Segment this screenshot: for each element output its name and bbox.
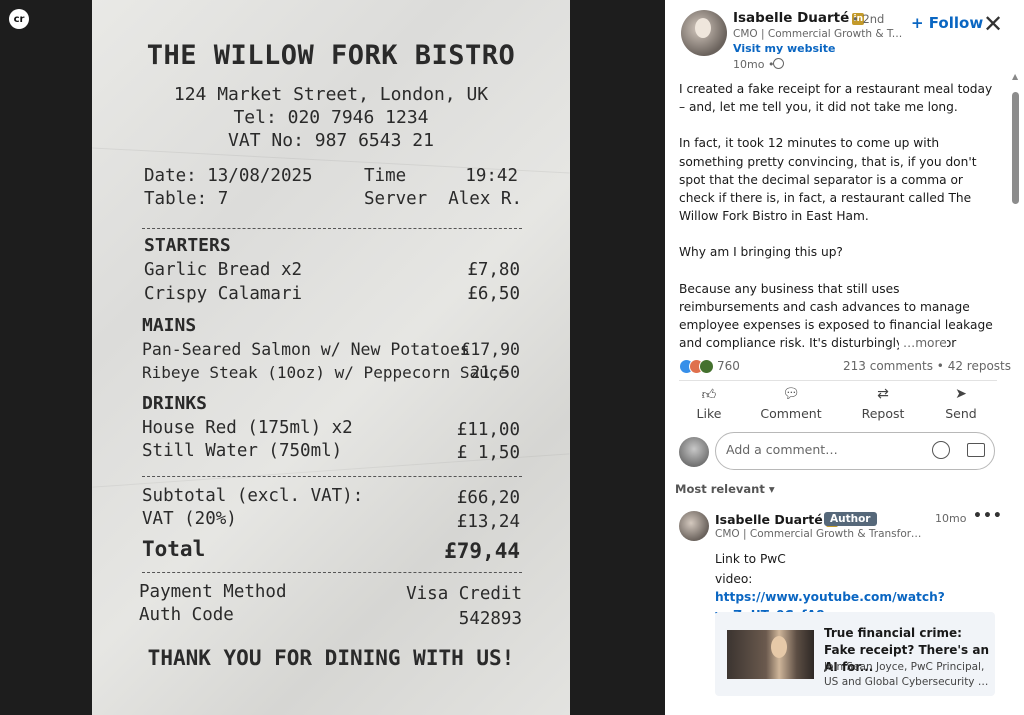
receipt-vat-no: VAT No: 987 6543 21 xyxy=(228,130,434,151)
repost-button[interactable]: ⇄ Repost xyxy=(845,386,921,421)
post-paragraph: In fact, it took 12 minutes to come up w… xyxy=(679,136,977,224)
receipt-subtotal-label: Subtotal (excl. VAT): xyxy=(142,486,364,506)
receipt-item-name: House Red (175ml) x2 xyxy=(142,418,353,438)
visit-website-link[interactable]: Visit my website xyxy=(733,42,836,55)
sort-dropdown[interactable]: Most relevant ▾ xyxy=(675,482,775,496)
more-options-icon[interactable]: ••• xyxy=(973,508,1003,524)
comment-text: Link to PwC xyxy=(715,552,786,566)
connection-degree: • 2nd xyxy=(852,12,885,26)
receipt-item-price: £11,00 xyxy=(456,420,520,440)
scrollbar-thumb[interactable] xyxy=(1012,92,1019,204)
receipt-item-price: 21,50 xyxy=(470,363,520,382)
receipt-item-price: £6,50 xyxy=(467,284,520,304)
comments-reposts-count[interactable]: 213 comments • 42 reposts xyxy=(843,359,1011,373)
receipt-item-price: £ 1,50 xyxy=(456,443,520,463)
receipt-date: Date: 13/08/2025 xyxy=(144,166,313,186)
receipt-auth-value: 542893 xyxy=(458,609,522,629)
receipt-subtotal-value: £66,20 xyxy=(456,488,520,508)
emoji-icon[interactable] xyxy=(932,441,950,459)
current-user-avatar[interactable] xyxy=(679,437,709,467)
receipt-total-value: £79,44 xyxy=(444,539,520,563)
preview-description: US and Global Cybersecurity and... xyxy=(824,676,989,688)
receipt-payment-value: Visa Credit xyxy=(406,584,522,604)
receipt-title: THE WILLOW FORK BISTRO xyxy=(146,40,516,71)
link-preview-card[interactable]: True financial crime: Fake receipt? Ther… xyxy=(715,612,995,696)
receipt-item-name: Garlic Bread x2 xyxy=(144,260,303,280)
receipt-image: THE WILLOW FORK BISTRO 124 Market Street… xyxy=(92,0,570,715)
receipt-thanks: THANK YOU FOR DINING WITH US! xyxy=(147,646,515,670)
receipt-vat-label: VAT (20%) xyxy=(142,509,237,529)
send-label: Send xyxy=(945,406,977,421)
author-avatar[interactable] xyxy=(681,10,727,56)
commenter-name[interactable]: Isabelle Duartéin xyxy=(715,512,838,527)
repost-label: Repost xyxy=(861,406,905,421)
post-paragraph: I created a fake receipt for a restauran… xyxy=(679,82,993,115)
send-icon: ➤ xyxy=(955,386,967,402)
see-more-button[interactable]: …more xyxy=(899,336,947,350)
cr-badge-icon[interactable]: cr xyxy=(9,9,29,29)
receipt-item-price: £7,80 xyxy=(467,260,520,280)
receipt-item-name: Ribeye Steak (10oz) w/ Peppecorn Sauce xyxy=(142,363,509,382)
receipt-divider xyxy=(142,228,522,229)
like-button[interactable]: 👍︎ Like xyxy=(671,386,747,421)
post-time: 10mo • xyxy=(733,58,775,71)
preview-description: Join Sean Joyce, PwC Principal, xyxy=(824,661,985,673)
reaction-count[interactable]: 760 xyxy=(717,359,740,373)
receipt-table: Table: 7 xyxy=(144,189,229,209)
reaction-icons[interactable] xyxy=(679,358,714,374)
close-icon[interactable]: ✕ xyxy=(983,12,1003,36)
receipt-item-name: Still Water (750ml) xyxy=(142,441,343,461)
commenter-headline: CMO | Commercial Growth & Transformation xyxy=(715,528,925,540)
receipt-time-label: Time xyxy=(364,166,407,186)
comment-text-prefix: video: xyxy=(715,572,753,586)
comment-box[interactable] xyxy=(715,432,995,470)
author-name-text[interactable]: Isabelle Duarté xyxy=(733,10,849,26)
receipt-time-value: 19:42 xyxy=(465,166,518,186)
comment-button[interactable]: 💬︎ Comment xyxy=(753,386,829,421)
video-thumbnail[interactable] xyxy=(727,630,814,679)
receipt-server-value: Alex R. xyxy=(448,189,522,209)
like-label: Like xyxy=(696,406,722,421)
image-icon[interactable] xyxy=(967,443,985,457)
image-viewer: cr THE WILLOW FORK BISTRO 124 Market Str… xyxy=(0,0,665,715)
receipt-section-heading: STARTERS xyxy=(144,235,231,256)
author-tag: Author xyxy=(824,512,877,526)
comment-input[interactable] xyxy=(726,442,926,457)
post-paragraph: Because any business that still uses rei… xyxy=(679,281,993,351)
receipt-item-name: Crispy Calamari xyxy=(144,284,303,304)
receipt-item-price: £17,90 xyxy=(460,340,520,359)
receipt-tel: Tel: 020 7946 1234 xyxy=(233,107,429,128)
repost-icon: ⇄ xyxy=(877,386,889,402)
receipt-divider xyxy=(142,572,522,573)
receipt-address: 124 Market Street, London, UK xyxy=(173,84,489,105)
post-panel: Isabelle Duarté in • 2nd CMO | Commercial… xyxy=(665,0,1024,715)
commenter-name-text[interactable]: Isabelle Duarté xyxy=(715,512,823,527)
receipt-divider xyxy=(142,476,522,477)
divider xyxy=(679,380,997,381)
globe-icon xyxy=(773,58,784,69)
receipt-item-name: Pan-Seared Salmon w/ New Potatoes xyxy=(142,340,470,359)
follow-button[interactable]: + Follow xyxy=(911,14,983,32)
post-paragraph: Why am I bringing this up? xyxy=(679,245,843,260)
receipt-auth-label: Auth Code xyxy=(139,605,234,625)
receipt-section-heading: DRINKS xyxy=(142,393,208,414)
author-name[interactable]: Isabelle Duarté in xyxy=(733,10,865,26)
comment-icon: 💬︎ xyxy=(782,386,800,402)
receipt-section-heading: MAINS xyxy=(142,315,197,336)
post-body: I created a fake receipt for a restauran… xyxy=(679,80,997,370)
receipt-total-label: Total xyxy=(142,537,206,561)
receipt-payment-label: Payment Method xyxy=(139,582,287,602)
support-reaction-icon xyxy=(699,358,714,374)
thumbs-up-icon: 👍︎ xyxy=(701,387,717,403)
receipt-server-label: Server xyxy=(364,189,428,209)
commenter-avatar[interactable] xyxy=(679,511,709,541)
receipt-vat-value: £13,24 xyxy=(456,512,520,532)
scroll-up-icon[interactable]: ▲ xyxy=(1012,72,1018,81)
comment-time: 10mo xyxy=(935,512,967,525)
comment-label: Comment xyxy=(760,406,822,421)
author-headline: CMO | Commercial Growth & Transformation xyxy=(733,28,903,40)
send-button[interactable]: ➤ Send xyxy=(923,386,999,421)
